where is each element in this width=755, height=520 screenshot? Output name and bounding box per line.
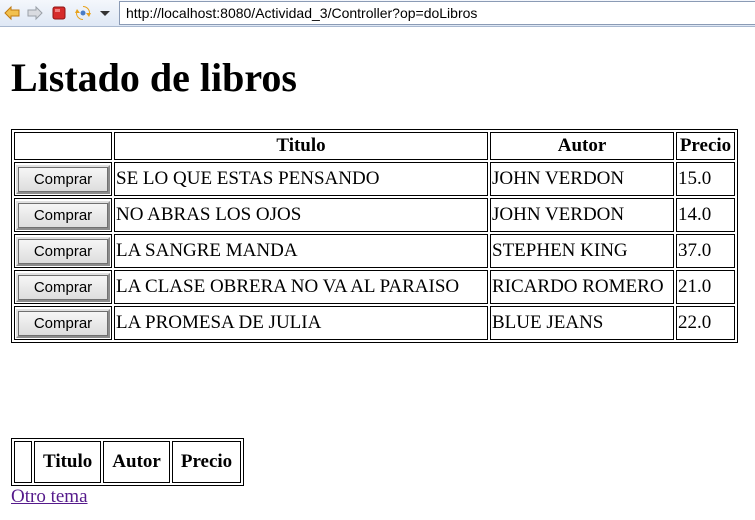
header-precio: Precio bbox=[676, 132, 735, 160]
book-title: LA CLASE OBRERA NO VA AL PARAISO bbox=[114, 270, 488, 304]
forward-arrow-icon[interactable] bbox=[27, 5, 43, 21]
buy-button[interactable]: Comprar bbox=[16, 272, 110, 302]
book-title: NO ABRAS LOS OJOS bbox=[114, 198, 488, 232]
header-empty bbox=[14, 132, 112, 160]
cart-table: Titulo Autor Precio bbox=[11, 438, 245, 486]
book-price: 15.0 bbox=[676, 162, 735, 196]
buy-cell: Comprar bbox=[14, 162, 112, 196]
buy-cell: Comprar bbox=[14, 198, 112, 232]
back-arrow-icon[interactable] bbox=[4, 5, 20, 21]
book-author: RICARDO ROMERO bbox=[490, 270, 674, 304]
refresh-icon[interactable] bbox=[75, 5, 91, 21]
header-autor: Autor bbox=[490, 132, 674, 160]
buy-button[interactable]: Comprar bbox=[16, 236, 110, 266]
table-row: Comprar NO ABRAS LOS OJOS JOHN VERDON 14… bbox=[14, 198, 735, 232]
book-author: BLUE JEANS bbox=[490, 306, 674, 340]
book-title: SE LO QUE ESTAS PENSANDO bbox=[114, 162, 488, 196]
table-row: Comprar SE LO QUE ESTAS PENSANDO JOHN VE… bbox=[14, 162, 735, 196]
browser-toolbar: http://localhost:8080/Actividad_3/Contro… bbox=[0, 0, 755, 27]
table-row: Comprar LA CLASE OBRERA NO VA AL PARAISO… bbox=[14, 270, 735, 304]
cart-header-row: Titulo Autor Precio bbox=[14, 441, 242, 483]
cart-header-autor: Autor bbox=[103, 441, 170, 483]
table-header-row: Titulo Autor Precio bbox=[14, 132, 735, 160]
page-title: Listado de libros bbox=[11, 55, 297, 100]
book-price: 37.0 bbox=[676, 234, 735, 268]
book-price: 21.0 bbox=[676, 270, 735, 304]
cart-header-titulo: Titulo bbox=[34, 441, 102, 483]
buy-cell: Comprar bbox=[14, 270, 112, 304]
table-row: Comprar LA PROMESA DE JULIA BLUE JEANS 2… bbox=[14, 306, 735, 340]
buy-button[interactable]: Comprar bbox=[16, 200, 110, 230]
buy-cell: Comprar bbox=[14, 306, 112, 340]
book-title: LA SANGRE MANDA bbox=[114, 234, 488, 268]
book-price: 22.0 bbox=[676, 306, 735, 340]
book-author: JOHN VERDON bbox=[490, 198, 674, 232]
stop-icon[interactable] bbox=[51, 5, 67, 21]
buy-button[interactable]: Comprar bbox=[16, 164, 110, 194]
header-titulo: Titulo bbox=[114, 132, 488, 160]
book-author: STEPHEN KING bbox=[490, 234, 674, 268]
book-price: 14.0 bbox=[676, 198, 735, 232]
books-table: Titulo Autor Precio Comprar SE LO QUE ES… bbox=[11, 129, 738, 343]
cart-header-precio: Precio bbox=[171, 441, 242, 483]
address-bar[interactable]: http://localhost:8080/Actividad_3/Contro… bbox=[119, 1, 755, 25]
cart-header-empty bbox=[14, 441, 32, 483]
other-topic-link[interactable]: Otro tema bbox=[11, 486, 88, 508]
book-author: JOHN VERDON bbox=[490, 162, 674, 196]
table-row: Comprar LA SANGRE MANDA STEPHEN KING 37.… bbox=[14, 234, 735, 268]
buy-cell: Comprar bbox=[14, 234, 112, 268]
buy-button[interactable]: Comprar bbox=[16, 308, 110, 338]
book-title: LA PROMESA DE JULIA bbox=[114, 306, 488, 340]
dropdown-arrow-icon[interactable] bbox=[97, 5, 113, 21]
